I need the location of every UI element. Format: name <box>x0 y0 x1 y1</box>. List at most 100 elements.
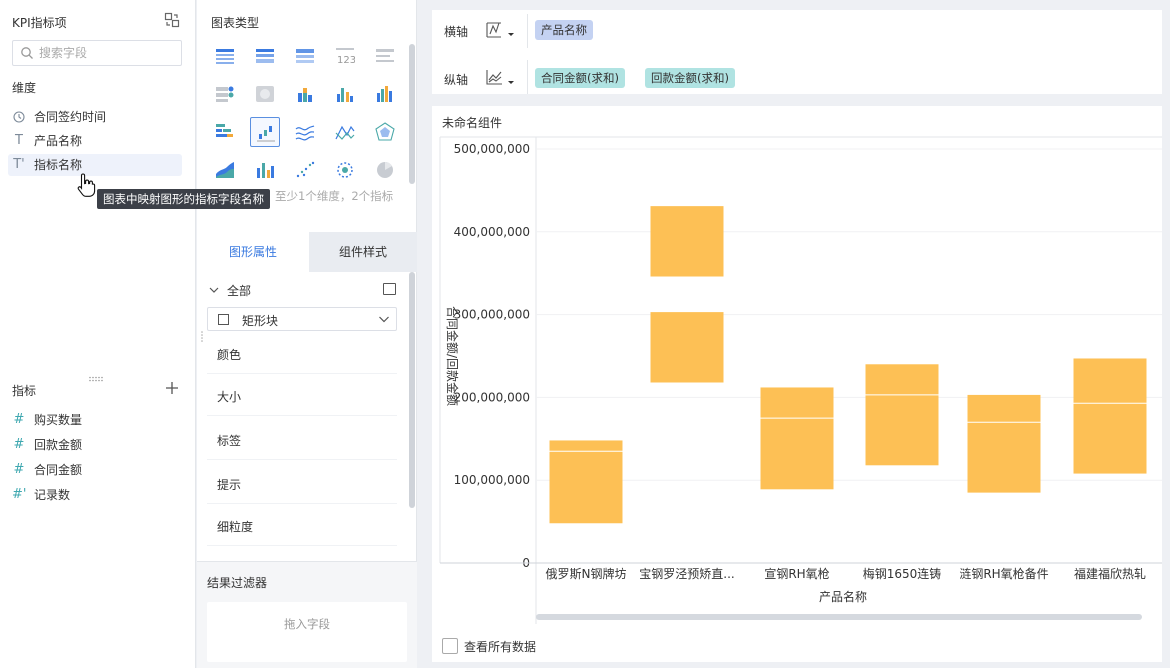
chart-type-area-icon[interactable] <box>210 155 240 185</box>
measure-item-record-count[interactable]: #' 记录数 <box>8 484 182 506</box>
x-axis-field-pill[interactable]: 产品名称 <box>535 20 593 40</box>
y-tick-label: 200,000,000 <box>454 390 530 404</box>
chart-type-column-icon[interactable] <box>370 79 400 109</box>
chart-type-heat-map-icon[interactable] <box>250 79 280 109</box>
chart-type-title: 图表类型 <box>211 16 260 30</box>
tab-component-style[interactable]: 组件样式 <box>309 232 417 272</box>
switch-dataset-icon[interactable] <box>164 12 180 28</box>
all-properties-row[interactable]: 全部 <box>208 282 398 298</box>
chart-type-dot-map-icon[interactable] <box>210 79 240 109</box>
y-axis-title: 合同金额/回款金额 <box>445 306 460 406</box>
drop-field-text: 拖入字段 <box>284 617 330 631</box>
measure-section-title: 指标 <box>12 384 37 398</box>
chart-type-table-icon[interactable] <box>210 41 240 71</box>
property-color[interactable]: 颜色 <box>207 338 397 374</box>
chart-type-scatter-icon[interactable] <box>290 155 320 185</box>
y-axis-field-pill-payment[interactable]: 回款金额(求和) <box>645 68 735 88</box>
clock-icon <box>12 106 26 131</box>
measure-item-payment-amount[interactable]: # 回款金额 <box>8 434 182 456</box>
measure-item-contract-amount[interactable]: # 合同金额 <box>8 459 182 481</box>
property-scrollbar[interactable] <box>409 272 415 508</box>
chart-type-stacked-column-icon[interactable] <box>290 79 320 109</box>
axis-separator <box>527 60 528 94</box>
property-tooltip[interactable]: 提示 <box>207 468 397 504</box>
shape-value: 矩形块 <box>242 314 279 328</box>
tab-graphic-properties[interactable]: 图形属性 <box>197 232 309 272</box>
resize-grip-icon[interactable] <box>200 330 204 342</box>
range-bar <box>1073 358 1147 474</box>
chart-type-pie-icon[interactable] <box>370 155 400 185</box>
chart-type-range-column-icon[interactable] <box>250 117 280 147</box>
chart-type-text-icon[interactable] <box>370 41 400 71</box>
y-axis-chart-icon[interactable] <box>484 67 514 89</box>
chevron-down-icon <box>208 284 220 296</box>
chart-type-radar-icon[interactable] <box>370 117 400 147</box>
x-tick-label: 福建福欣热轧 <box>1074 566 1146 581</box>
chart-type-scrollbar[interactable] <box>409 44 415 184</box>
chart-type-line-icon[interactable] <box>290 117 320 147</box>
field-search[interactable] <box>12 40 182 66</box>
add-measure-icon[interactable] <box>164 380 180 396</box>
field-panel: KPI指标项 维度 合同签约时间 T 产品名称 T' 指标名称 指标 # 购买数… <box>0 0 196 668</box>
x-axis-sort-icon[interactable] <box>484 20 514 42</box>
view-all-checkbox[interactable] <box>442 638 458 654</box>
chart-type-stacked-bar-icon[interactable] <box>210 117 240 147</box>
x-axis-title: 产品名称 <box>819 589 867 604</box>
shape-select[interactable]: 矩形块 <box>207 307 397 331</box>
chart-type-grouped-column-icon[interactable] <box>330 79 360 109</box>
hand-cursor-icon <box>76 172 98 198</box>
chart-component: 未命名组件 0 100,000,000 200,000,000 300,000,000… <box>432 106 1162 662</box>
text-type-icon: T' <box>13 157 25 172</box>
search-icon <box>20 46 34 60</box>
dimension-item-product-name[interactable]: T 产品名称 <box>8 130 182 152</box>
all-label: 全部 <box>227 284 252 298</box>
chart-type-combo-icon[interactable] <box>250 155 280 185</box>
x-tick-label: 梅钢1650连铸 <box>863 566 942 581</box>
hash-icon: # <box>13 462 25 477</box>
x-tick-label: 俄罗斯N钢牌坊 <box>546 566 627 581</box>
measure-label: 回款金额 <box>34 438 83 452</box>
chart-horizontal-scrollbar[interactable] <box>536 614 1142 620</box>
range-bar <box>549 440 623 524</box>
y-tick-label: 400,000,000 <box>454 225 530 239</box>
property-granularity[interactable]: 细粒度 <box>207 510 397 546</box>
dimension-label: 产品名称 <box>34 134 83 148</box>
x-tick-label: 宣钢RH氧枪 <box>764 566 829 581</box>
text-type-icon: T <box>15 133 23 148</box>
measure-label: 合同金额 <box>34 463 83 477</box>
y-tick-label: 100,000,000 <box>454 473 530 487</box>
y-axis-label: 纵轴 <box>444 73 469 87</box>
chart-type-kpi-number-icon[interactable]: 123 <box>330 41 360 71</box>
svg-text:123: 123 <box>337 55 355 66</box>
measure-item-purchase-qty[interactable]: # 购买数量 <box>8 409 182 431</box>
property-size[interactable]: 大小 <box>207 380 397 416</box>
y-tick-label: 500,000,000 <box>454 142 530 156</box>
search-input[interactable] <box>39 44 175 62</box>
range-column-chart: 0100,000,000200,000,000300,000,000400,00… <box>439 136 1162 624</box>
chart-type-detail-table-icon[interactable] <box>290 41 320 71</box>
measure-label: 购买数量 <box>34 413 83 427</box>
hash-icon: # <box>13 437 25 452</box>
range-bar <box>760 387 834 490</box>
chart-type-cross-table-icon[interactable] <box>250 41 280 71</box>
chart-type-multi-line-icon[interactable] <box>330 117 360 147</box>
chart-type-bubble-icon[interactable] <box>330 155 360 185</box>
dimension-label: 指标名称 <box>34 158 83 172</box>
axis-config-bar: 横轴 产品名称 纵轴 合同金额(求和) 回款金额(求和) <box>432 10 1162 94</box>
x-tick-label: 宝钢罗泾预矫直... <box>639 566 734 581</box>
dimension-item-contract-time[interactable]: 合同签约时间 <box>8 106 182 128</box>
dimension-section-title: 维度 <box>12 81 37 95</box>
property-label[interactable]: 标签 <box>207 424 397 460</box>
range-bar <box>865 364 939 466</box>
panel-resize-handle[interactable] <box>88 371 104 382</box>
y-axis-field-pill-contract[interactable]: 合同金额(求和) <box>535 68 625 88</box>
filter-drop-zone[interactable]: 拖入字段 <box>207 602 407 662</box>
rectangle-icon <box>218 314 229 325</box>
square-toggle-icon[interactable] <box>383 283 396 295</box>
result-filter: 结果过滤器 拖入字段 <box>197 561 417 668</box>
component-title: 未命名组件 <box>442 116 503 130</box>
chevron-down-icon <box>378 313 390 325</box>
view-all-data-toggle[interactable]: 查看所有数据 <box>442 637 562 655</box>
view-all-label: 查看所有数据 <box>464 640 537 654</box>
dimension-label: 合同签约时间 <box>34 110 107 124</box>
